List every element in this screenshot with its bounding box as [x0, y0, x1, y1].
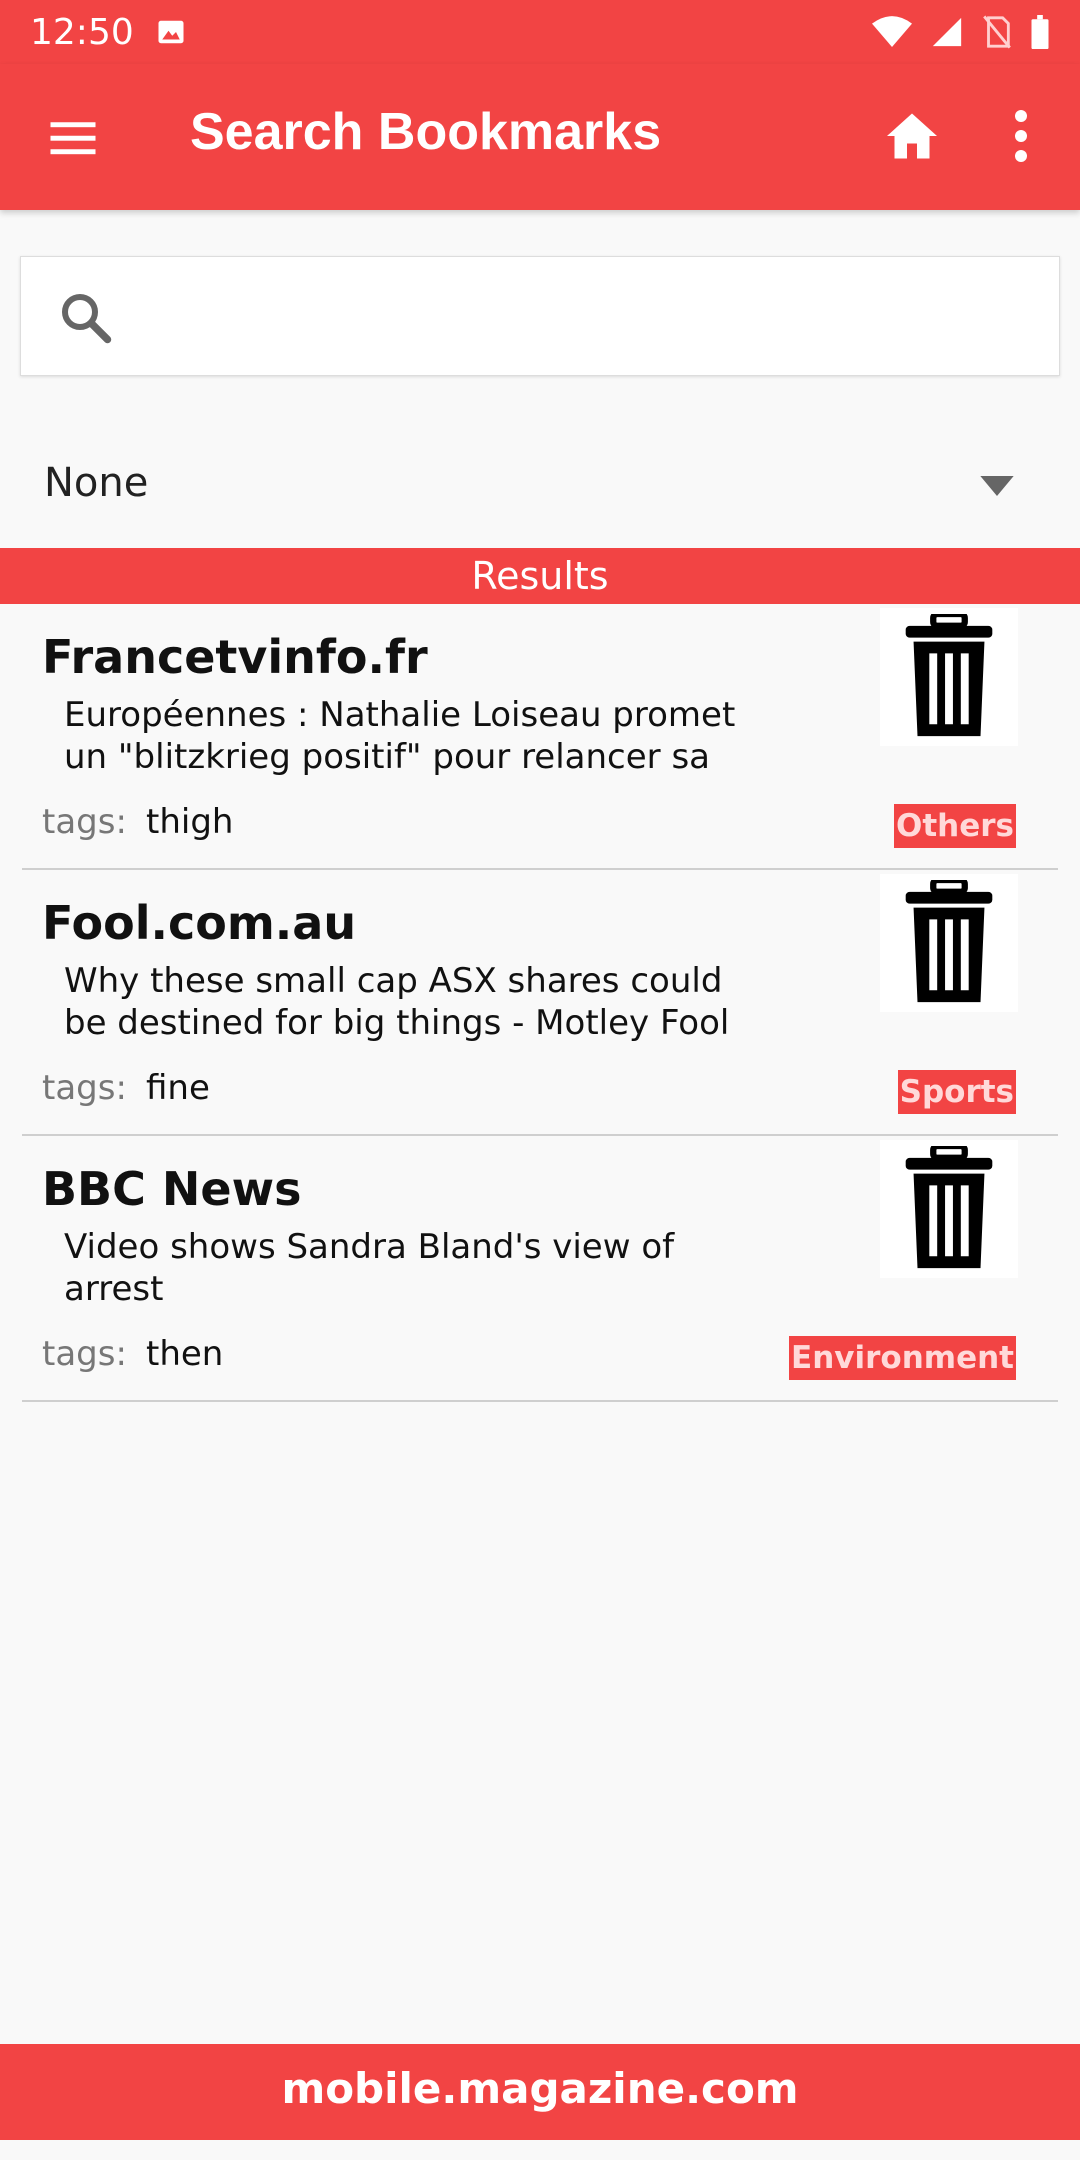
- dropdown-arrow-icon: [980, 476, 1014, 496]
- battery-icon: [1031, 15, 1049, 49]
- category-badge: Others: [893, 804, 1016, 848]
- bookmark-description: Européennes : Nathalie Loiseau promet un…: [64, 695, 736, 777]
- page-title: Search Bookmarks: [190, 103, 662, 161]
- list-item[interactable]: Francetvinfo.fr Européennes : Nathalie L…: [0, 604, 1080, 870]
- status-time: 12:50: [30, 11, 134, 53]
- trash-icon: [905, 614, 993, 737]
- list-item[interactable]: BBC News Video shows Sandra Bland's view…: [0, 1136, 1080, 1402]
- bookmark-site: BBC News: [42, 1162, 302, 1216]
- app-toolbar: Search Bookmarks: [0, 64, 1080, 210]
- trash-icon: [905, 880, 993, 1003]
- search-box: [20, 256, 1060, 376]
- delete-button[interactable]: [880, 608, 1018, 746]
- category-filter-dropdown[interactable]: None: [0, 430, 1080, 540]
- tags-value: then: [146, 1334, 224, 1374]
- search-icon: [62, 294, 112, 344]
- category-badge: Sports: [897, 1070, 1016, 1114]
- status-bar: 12:50: [0, 0, 1080, 64]
- category-badge: Environment: [789, 1336, 1016, 1380]
- delete-button[interactable]: [880, 1140, 1018, 1278]
- search-input[interactable]: [131, 277, 1031, 357]
- wifi-icon: [872, 16, 912, 47]
- footer-domain[interactable]: mobile.magazine.com: [0, 2044, 1080, 2140]
- tags-label: tags:: [42, 802, 127, 842]
- bookmark-description: Why these small cap ASX shares could be …: [64, 961, 730, 1043]
- filter-selected-value: None: [44, 460, 149, 506]
- bookmark-description: Video shows Sandra Bland's view of arres…: [64, 1227, 675, 1309]
- list-item[interactable]: Fool.com.au Why these small cap ASX shar…: [0, 870, 1080, 1136]
- tags-value: thigh: [146, 802, 234, 842]
- more-options-icon[interactable]: [1000, 106, 1042, 166]
- menu-icon[interactable]: [46, 111, 100, 165]
- no-sim-icon: [983, 15, 1011, 49]
- home-icon[interactable]: [882, 106, 942, 166]
- image-notification-icon: [158, 20, 184, 44]
- signal-icon: [932, 17, 962, 47]
- results-header: Results: [0, 548, 1080, 604]
- tags-value: fine: [146, 1068, 210, 1108]
- delete-button[interactable]: [880, 874, 1018, 1012]
- tags-label: tags:: [42, 1068, 127, 1108]
- divider: [22, 1400, 1058, 1402]
- trash-icon: [905, 1146, 993, 1269]
- tags-label: tags:: [42, 1334, 127, 1374]
- bookmark-site: Francetvinfo.fr: [42, 630, 428, 684]
- bookmark-site: Fool.com.au: [42, 896, 357, 950]
